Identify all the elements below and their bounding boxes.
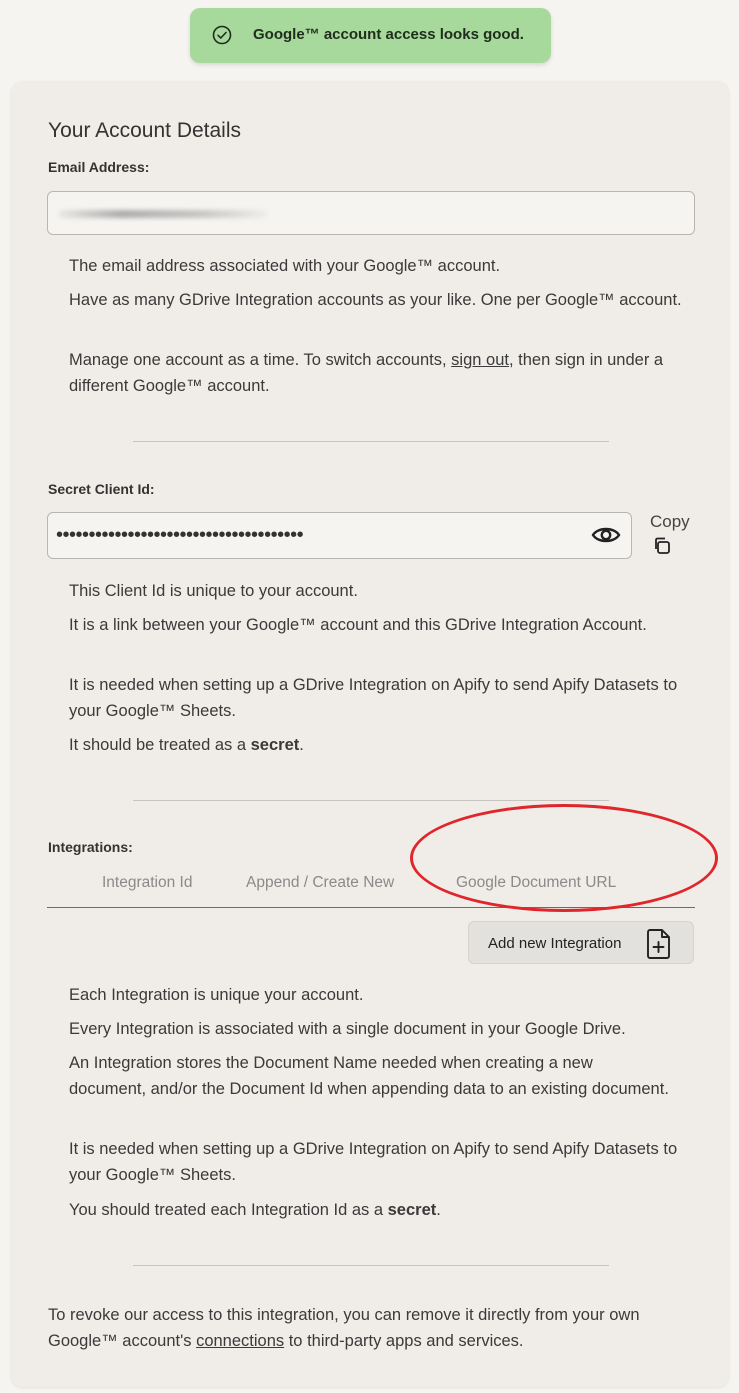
switch-account-text: Manage one account as a time. To switch … <box>69 347 689 399</box>
copy-icon <box>655 537 670 554</box>
copy-label: Copy <box>650 512 690 531</box>
email-field[interactable] <box>47 191 695 235</box>
email-help-1: The email address associated with your G… <box>69 257 501 275</box>
toast-message: Google™ account access looks good. <box>253 26 524 43</box>
integration-secret-before: You should treated each Integration Id a… <box>69 1201 388 1219</box>
divider <box>133 441 609 442</box>
divider <box>133 1265 609 1266</box>
integrations-secret-note: You should treated each Integration Id a… <box>69 1197 689 1223</box>
client-help-3: It is needed when setting up a GDrive In… <box>69 676 678 720</box>
client-id-label: Secret Client Id: <box>48 481 155 497</box>
check-circle-icon <box>212 25 232 45</box>
page-title: Your Account Details <box>48 119 242 142</box>
sign-out-link[interactable]: sign out <box>451 351 509 369</box>
secret-note-after: . <box>299 736 304 754</box>
integrations-label: Integrations: <box>48 839 133 855</box>
column-integration-id: Integration Id <box>102 874 193 891</box>
integrations-help-1: Each Integration is unique your account. <box>69 986 364 1004</box>
masked-client-id: •••••••••••••••••••••••••••••••••••••• <box>56 524 304 546</box>
switch-text-before: Manage one account as a time. To switch … <box>69 351 452 369</box>
integrations-help-3: An Integration stores the Document Name … <box>69 1054 669 1098</box>
file-plus-icon <box>647 929 670 959</box>
redacted-email <box>58 210 268 218</box>
email-label: Email Address: <box>48 159 150 175</box>
account-details-card: Your Account Details Email Address: The … <box>11 81 729 1387</box>
email-help-2: Have as many GDrive Integration accounts… <box>69 291 682 309</box>
eye-icon[interactable] <box>591 523 621 547</box>
integrations-table-header: Integration Id Append / Create New Googl… <box>47 865 695 908</box>
column-document-url: Google Document URL <box>456 874 617 891</box>
integration-secret-after: . <box>436 1201 441 1219</box>
column-append-create: Append / Create New <box>246 874 395 891</box>
copy-button[interactable]: Copy <box>649 512 699 562</box>
client-help-2: It is a link between your Google™ accoun… <box>69 616 647 634</box>
integrations-help-2: Every Integration is associated with a s… <box>69 1020 626 1038</box>
divider <box>133 800 609 801</box>
client-help-1: This Client Id is unique to your account… <box>69 582 358 600</box>
client-id-field[interactable]: •••••••••••••••••••••••••••••••••••••• <box>47 512 632 559</box>
secret-note-before: It should be treated as a <box>69 736 251 754</box>
client-secret-note: It should be treated as a secret. <box>69 732 689 758</box>
connections-link[interactable]: connections <box>196 1332 284 1350</box>
revoke-text-after: to third-party apps and services. <box>284 1332 524 1350</box>
success-toast: Google™ account access looks good. <box>190 8 551 63</box>
add-integration-button[interactable]: Add new Integration <box>468 921 694 964</box>
integration-secret-word: secret <box>387 1201 437 1219</box>
integrations-help-4: It is needed when setting up a GDrive In… <box>69 1140 678 1184</box>
secret-word: secret <box>250 736 300 754</box>
add-integration-label: Add new Integration <box>488 935 622 952</box>
revoke-access-text: To revoke our access to this integration… <box>48 1302 698 1354</box>
